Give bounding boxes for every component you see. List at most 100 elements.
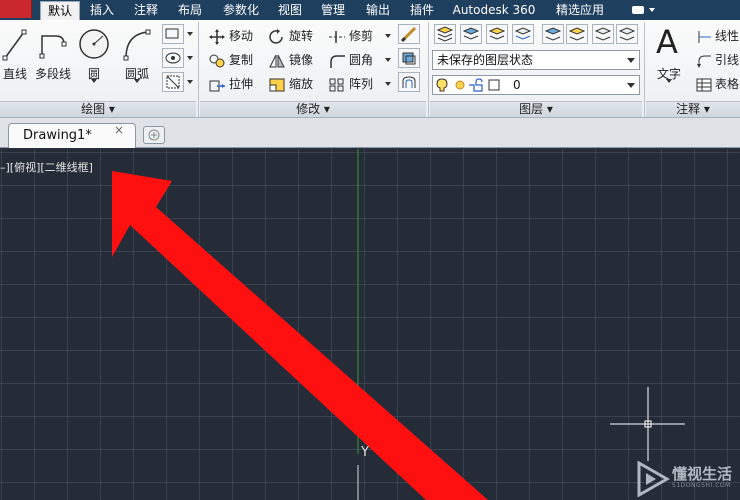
trim-dropdown-arrow[interactable] <box>385 34 391 38</box>
rectangle-button[interactable] <box>162 24 184 44</box>
fillet-icon <box>330 54 345 68</box>
circle-dropdown-arrow[interactable] <box>91 79 97 83</box>
scale-icon <box>269 78 285 91</box>
trim-icon <box>329 30 345 43</box>
fillet-button[interactable]: 圆角 <box>328 50 373 70</box>
tab-manage[interactable]: 管理 <box>315 1 351 20</box>
document-tab-title: Drawing1* <box>23 128 92 143</box>
panel-divider <box>644 22 645 117</box>
canvas-overlay <box>112 149 685 500</box>
table-button[interactable]: 表格 <box>696 74 739 94</box>
explode-button[interactable] <box>398 48 420 68</box>
application-menu-button[interactable] <box>0 0 32 18</box>
modify-panel-title[interactable]: 修改 ▾ <box>200 101 426 117</box>
linear-label: 线性 <box>715 29 740 43</box>
layer-state-dropdown[interactable]: 未保存的图层状态 <box>432 50 640 70</box>
tab-featured-apps[interactable]: 精选应用 <box>548 1 612 20</box>
layers-panel-title-text: 图层 <box>519 102 544 116</box>
copy-button[interactable]: 复制 <box>208 50 253 70</box>
layer-isolate-button[interactable] <box>460 24 482 44</box>
fillet-label: 圆角 <box>349 53 374 67</box>
scale-label: 缩放 <box>289 77 314 91</box>
text-button[interactable]: A 文字 <box>650 22 688 84</box>
layer-previous-button[interactable] <box>566 24 588 44</box>
erase-button[interactable] <box>398 24 420 44</box>
watermark-text: 懂视生活 <box>672 465 733 483</box>
stretch-button[interactable]: 拉伸 <box>208 74 253 94</box>
move-button[interactable]: 移动 <box>208 26 253 46</box>
layers-panel-title[interactable]: 图层 ▾ <box>430 101 642 117</box>
annotation-panel-title-text: 注释 <box>676 102 701 116</box>
linear-dimension-icon <box>698 30 711 43</box>
layer-state-value: 未保存的图层状态 <box>437 53 534 67</box>
panel-divider <box>428 22 429 117</box>
draw-panel-title[interactable]: 绘图 ▾ <box>0 101 196 117</box>
trim-button[interactable]: 修剪 <box>328 26 373 46</box>
layer-freeze-icon <box>514 27 532 40</box>
layer-unisolate-button[interactable] <box>486 24 508 44</box>
hatch-button[interactable] <box>162 48 184 68</box>
modify-panel-title-text: 修改 <box>296 102 321 116</box>
circle-icon <box>79 29 109 59</box>
text-dropdown-arrow[interactable] <box>666 79 672 83</box>
tab-autodesk-360[interactable]: Autodesk 360 <box>448 1 540 20</box>
arc-button[interactable]: 圆弧 <box>118 22 156 84</box>
annotation-panel-title[interactable]: 注释 ▾ <box>646 101 740 117</box>
line-button[interactable]: 直线 <box>0 22 30 84</box>
layer-previous-icon <box>568 27 586 41</box>
polyline-button[interactable]: 多段线 <box>33 22 73 84</box>
tab-parametric[interactable]: 参数化 <box>216 1 266 20</box>
boundary-dropdown-arrow[interactable] <box>187 80 193 84</box>
leader-icon <box>697 55 711 68</box>
stretch-label: 拉伸 <box>229 77 254 91</box>
layer-properties-button[interactable] <box>434 24 456 44</box>
close-icon[interactable]: × <box>114 123 124 137</box>
tab-layout[interactable]: 布局 <box>172 1 208 20</box>
offset-button[interactable] <box>398 72 420 92</box>
hatch-dropdown-arrow[interactable] <box>187 56 193 60</box>
leader-button[interactable]: 引线 <box>696 50 739 70</box>
tab-annotate[interactable]: 注释 <box>128 1 164 20</box>
boundary-icon <box>166 75 180 89</box>
watermark-logo: 懂视生活 51DONGSHI.COM <box>636 459 740 499</box>
boundary-button[interactable] <box>162 72 184 92</box>
layer-lock-button[interactable] <box>616 24 638 44</box>
circle-button[interactable]: 圆 <box>77 22 111 84</box>
rotate-button[interactable]: 旋转 <box>268 26 313 46</box>
text-icon: A <box>656 23 678 61</box>
arc-dropdown-arrow[interactable] <box>134 79 140 83</box>
layer-unisolate-icon <box>488 27 506 40</box>
layer-freeze-button[interactable] <box>512 24 534 44</box>
table-label: 表格 <box>715 77 740 91</box>
rectangle-dropdown-arrow[interactable] <box>187 32 193 36</box>
leader-label: 引线 <box>715 53 740 67</box>
tab-view[interactable]: 视图 <box>272 1 308 20</box>
mirror-button[interactable]: 镜像 <box>268 50 313 70</box>
stretch-icon <box>209 80 225 91</box>
polyline-label: 多段线 <box>34 67 71 81</box>
fillet-dropdown-arrow[interactable] <box>385 58 391 62</box>
layer-match-icon <box>544 27 562 41</box>
watermark-subtext: 51DONGSHI.COM <box>672 482 731 489</box>
tab-default[interactable]: 默认 <box>40 1 80 20</box>
drawing-canvas[interactable]: –][俯视][二维线框] Y 懂视生活 51DONGSHI.COM <box>0 149 740 500</box>
red-arrow-annotation <box>112 171 488 500</box>
layer-match-button[interactable] <box>542 24 564 44</box>
tab-output[interactable]: 输出 <box>360 1 396 20</box>
copy-icon <box>209 54 225 67</box>
array-dropdown-arrow[interactable] <box>385 82 391 86</box>
hatch-icon <box>165 52 181 64</box>
tab-insert[interactable]: 插入 <box>84 1 120 20</box>
ribbon-minimize-icon[interactable] <box>630 4 656 16</box>
current-layer-dropdown[interactable]: 0 <box>432 75 640 95</box>
linear-dimension-button[interactable]: 线性 <box>696 26 739 46</box>
chevron-down-icon <box>627 58 635 63</box>
tab-plugins[interactable]: 插件 <box>404 1 440 20</box>
polyline-icon <box>39 35 67 59</box>
array-button[interactable]: 阵列 <box>328 74 373 94</box>
viewport-controls-label[interactable]: –][俯视][二维线框] <box>0 159 93 175</box>
layer-walk-button[interactable] <box>592 24 614 44</box>
arc-icon <box>123 29 151 61</box>
new-drawing-tab-button[interactable] <box>143 126 165 144</box>
scale-button[interactable]: 缩放 <box>268 74 313 94</box>
